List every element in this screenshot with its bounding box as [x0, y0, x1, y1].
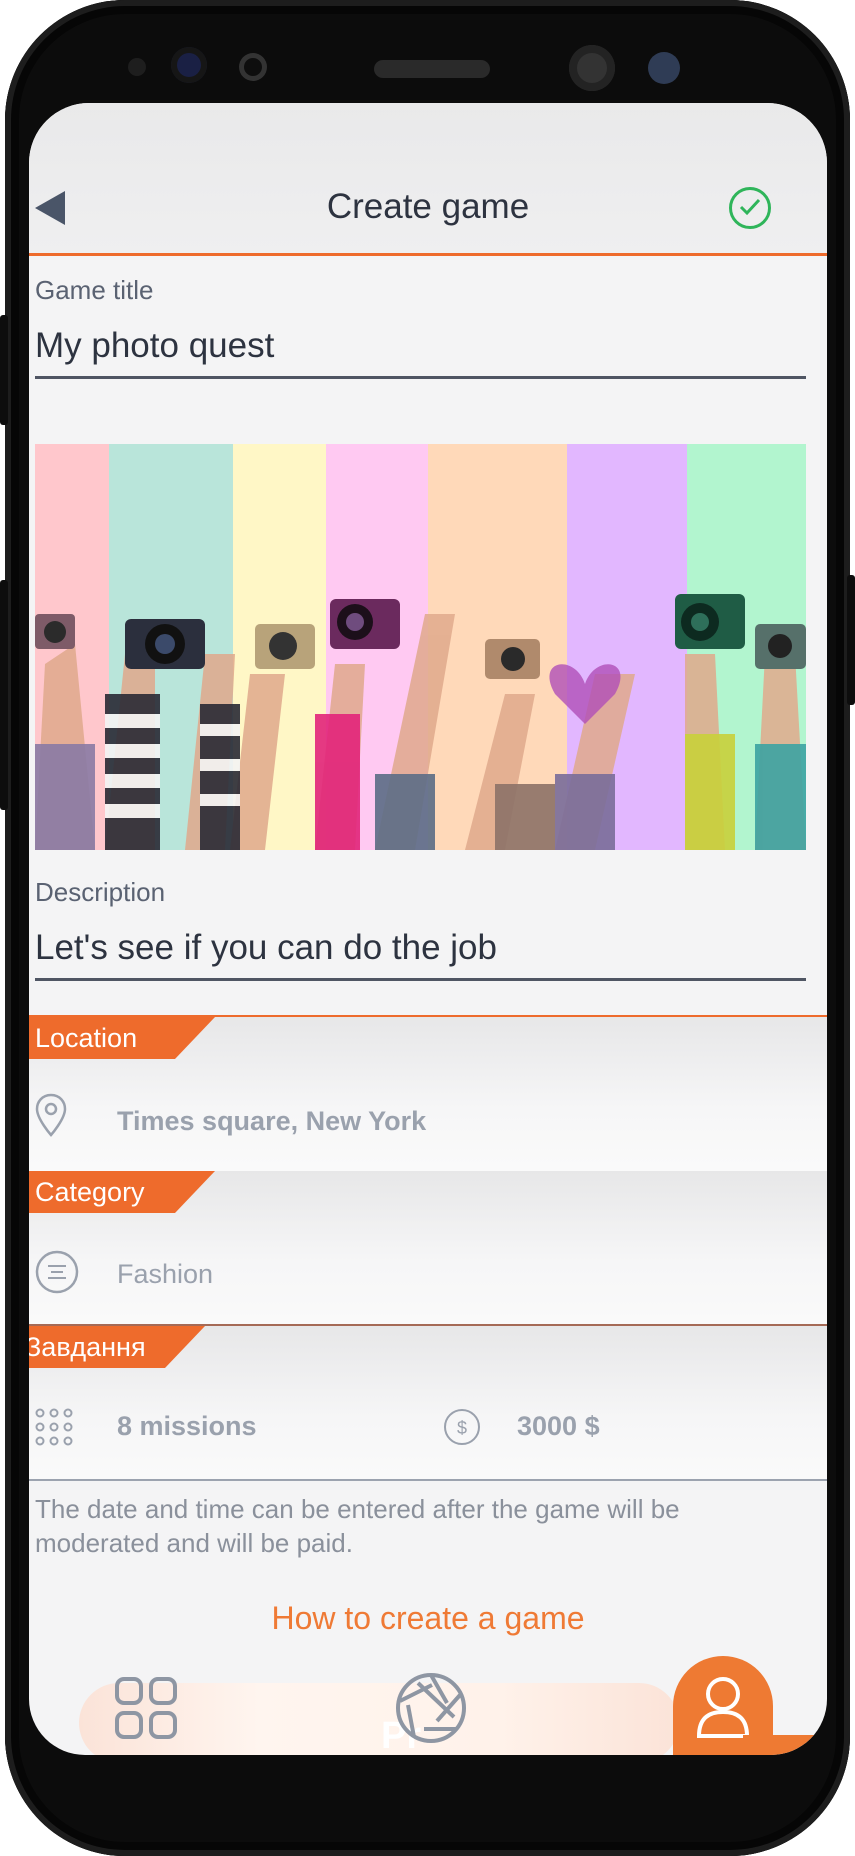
category-section: Category Fashion [29, 1171, 827, 1326]
category-value[interactable]: Fashion [117, 1259, 213, 1290]
how-to-create-link[interactable]: How to create a game [29, 1600, 827, 1637]
dollar-coin-icon: $ [444, 1409, 480, 1445]
page-title: Create game [326, 187, 530, 226]
app-screen: Create game Game title My photo quest De… [29, 103, 827, 1755]
location-section: Location Times square, New York [29, 1015, 827, 1173]
power-button [847, 575, 855, 705]
cameras-illustration [35, 594, 806, 850]
moderation-note: The date and time can be entered after t… [35, 1494, 680, 1558]
missions-grid-icon [35, 1408, 73, 1446]
game-cover-image[interactable] [35, 444, 806, 850]
volume-button [0, 315, 8, 425]
category-list-icon [35, 1250, 79, 1294]
description-label: Description [35, 877, 166, 907]
side-button [0, 580, 8, 810]
description-input[interactable]: Let's see if you can do the job [35, 928, 806, 981]
game-title-label: Game title [35, 275, 154, 305]
location-pin-icon [35, 1093, 67, 1137]
confirm-check-icon[interactable] [729, 187, 771, 229]
header-bar: Create game [29, 103, 827, 256]
game-title-input[interactable]: My photo quest [35, 326, 806, 379]
grid-menu-icon[interactable] [114, 1676, 178, 1740]
missions-value[interactable]: 8 missions [117, 1411, 257, 1442]
location-value[interactable]: Times square, New York [117, 1106, 426, 1137]
svg-text:$: $ [457, 1418, 467, 1438]
tasks-tag: Завдання [29, 1326, 205, 1368]
location-tag: Location [29, 1017, 215, 1059]
profile-user-icon [696, 1677, 750, 1738]
tasks-section: Завдання 8 missions $ 3000 $ [29, 1326, 827, 1481]
camera-shutter-icon[interactable] [394, 1671, 468, 1745]
prize-value[interactable]: 3000 $ [517, 1411, 600, 1442]
category-tag: Category [29, 1171, 215, 1213]
tabbar-accent [743, 1735, 827, 1755]
